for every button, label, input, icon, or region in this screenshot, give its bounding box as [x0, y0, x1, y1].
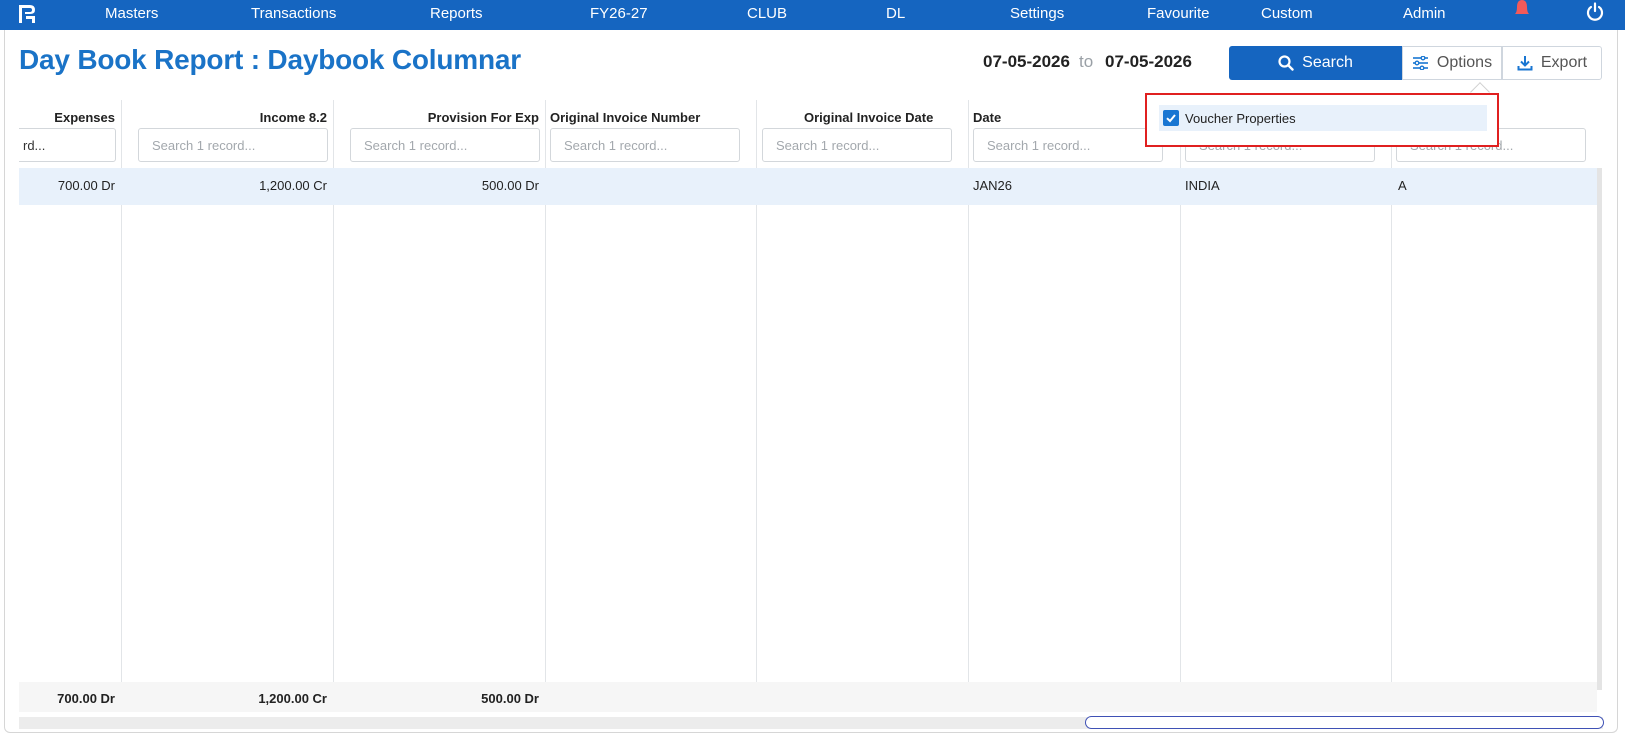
option-voucher-properties[interactable]: Voucher Properties — [1159, 105, 1487, 131]
filter-input-expenses[interactable] — [19, 128, 116, 162]
column-header-original-invoice-number[interactable]: Original Invoice Number — [550, 110, 700, 125]
vertical-scrollbar[interactable] — [1597, 168, 1602, 690]
filter-input-income[interactable] — [138, 128, 328, 162]
date-to[interactable]: 07-05-2026 — [1105, 52, 1192, 72]
nav-admin[interactable]: Admin — [1403, 0, 1446, 30]
nav-favourite[interactable]: Favourite — [1147, 0, 1210, 30]
nav-masters[interactable]: Masters — [105, 0, 158, 30]
top-nav: Masters Transactions Reports FY26-27 CLU… — [0, 0, 1625, 30]
sliders-icon — [1412, 56, 1428, 70]
export-button[interactable]: Export — [1502, 46, 1602, 80]
filter-input-original-invoice-date[interactable] — [762, 128, 952, 162]
options-button-label: Options — [1436, 54, 1493, 71]
app-logo-icon[interactable] — [16, 3, 38, 25]
checkbox[interactable] — [1163, 110, 1179, 126]
option-label: Voucher Properties — [1185, 110, 1296, 126]
date-separator: to — [1079, 52, 1094, 71]
power-icon[interactable] — [1585, 2, 1605, 22]
totals-row — [19, 682, 1597, 712]
table-cell: A — [1398, 178, 1407, 193]
filter-input-date[interactable] — [973, 128, 1163, 162]
column-header-original-invoice-date[interactable]: Original Invoice Date — [804, 110, 933, 125]
options-dropdown: Voucher Properties — [1145, 93, 1499, 147]
options-button[interactable]: Options — [1402, 46, 1502, 80]
report-grid: Expenses Income 8.2 Provision For Exp Or… — [19, 100, 1603, 712]
column-header-expenses[interactable]: Expenses — [54, 110, 115, 125]
nav-club[interactable]: CLUB — [747, 0, 787, 30]
column-header-date[interactable]: Date — [973, 110, 1001, 125]
bell-icon[interactable] — [1511, 0, 1533, 16]
nav-settings[interactable]: Settings — [1010, 0, 1064, 30]
nav-reports[interactable]: Reports — [430, 0, 483, 30]
table-cell: 700.00 Dr — [57, 178, 115, 193]
nav-fy[interactable]: FY26-27 — [590, 0, 648, 30]
filter-input-provision[interactable] — [350, 128, 540, 162]
page-title: Day Book Report : Daybook Columnar — [19, 44, 521, 75]
table-row[interactable] — [19, 168, 1597, 205]
horizontal-scrollbar-thumb[interactable] — [1085, 716, 1604, 729]
nav-transactions[interactable]: Transactions — [251, 0, 336, 30]
table-cell: 500.00 Dr — [481, 178, 539, 193]
table-cell: INDIA — [1185, 178, 1220, 193]
search-icon — [1278, 55, 1294, 71]
table-cell: JAN26 — [973, 178, 1013, 193]
search-button[interactable]: Search — [1229, 46, 1402, 80]
export-button-label: Export — [1540, 54, 1588, 71]
nav-custom[interactable]: Custom — [1261, 0, 1313, 30]
nav-dl[interactable]: DL — [886, 0, 905, 30]
column-header-provision[interactable]: Provision For Exp — [428, 110, 539, 125]
download-icon — [1517, 56, 1533, 71]
total-cell: 500.00 Dr — [481, 691, 539, 706]
table-cell: 1,200.00 Cr — [259, 178, 327, 193]
column-header-income[interactable]: Income 8.2 — [260, 110, 327, 125]
filter-input-original-invoice-number[interactable] — [550, 128, 740, 162]
date-from[interactable]: 07-05-2026 — [983, 52, 1070, 72]
total-cell: 700.00 Dr — [57, 691, 115, 706]
total-cell: 1,200.00 Cr — [258, 691, 327, 706]
check-icon — [1166, 114, 1176, 123]
search-button-label: Search — [1302, 54, 1353, 71]
